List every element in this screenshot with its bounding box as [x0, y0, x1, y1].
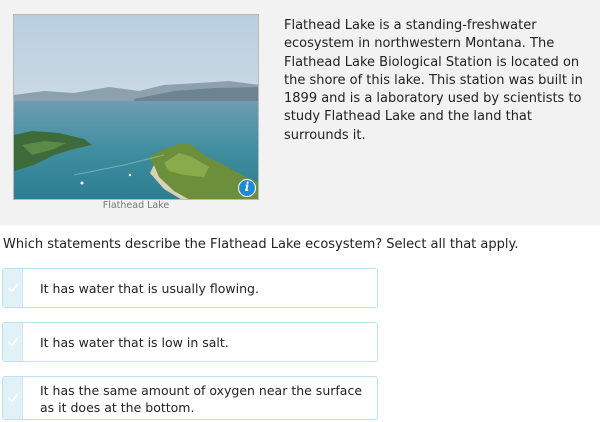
answer-choice-label: It has water that is usually flowing.	[40, 281, 259, 296]
checkmark-icon	[3, 377, 23, 419]
answer-choice-label: It has the same amount of oxygen near th…	[40, 383, 363, 415]
checkmark-icon	[3, 269, 23, 307]
question-prompt: Which statements describe the Flathead L…	[3, 237, 519, 252]
answer-choice-3[interactable]: It has the same amount of oxygen near th…	[2, 376, 378, 420]
flathead-lake-photo	[13, 14, 259, 200]
answer-choice-label: It has water that is low in salt.	[40, 335, 229, 350]
passage-panel: i Flathead Lake Flathead Lake is a stand…	[0, 0, 600, 225]
image-caption: Flathead Lake	[102, 200, 170, 211]
answer-choice-2[interactable]: It has water that is low in salt.	[2, 322, 378, 362]
checkmark-icon	[3, 323, 23, 361]
answer-choice-1[interactable]: It has water that is usually flowing.	[2, 268, 378, 308]
passage-text: Flathead Lake is a standing-freshwater e…	[284, 18, 583, 143]
info-icon[interactable]: i	[238, 179, 256, 197]
